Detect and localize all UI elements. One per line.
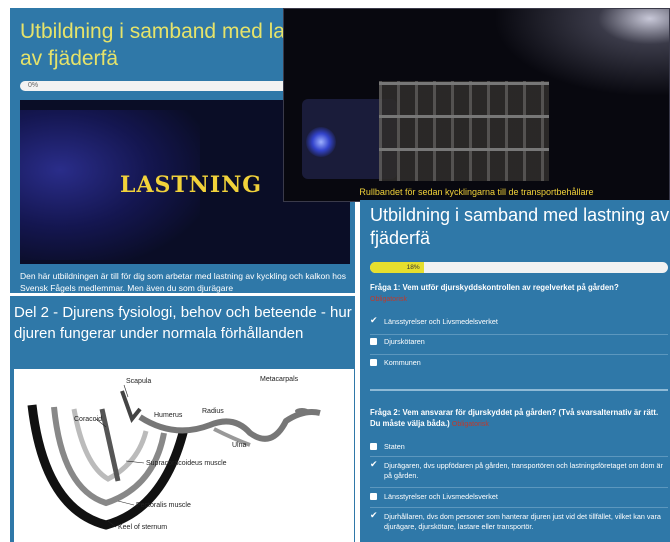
video-title: LASTNING bbox=[120, 172, 263, 198]
loading-photo: Rullbandet för sedan kycklingarna till d… bbox=[283, 8, 670, 202]
checkbox[interactable] bbox=[370, 359, 377, 366]
question-2-text: Fråga 2: Vem ansvarar för djurskyddet på… bbox=[370, 408, 659, 428]
wing-skeleton-diagram: Scapula Metacarpals Coracoid Humerus Rad… bbox=[14, 369, 354, 542]
checkbox-checked[interactable] bbox=[370, 315, 378, 325]
checkbox-checked[interactable] bbox=[370, 459, 378, 469]
label-supracoracoideus: Supracoracoideus muscle bbox=[146, 460, 227, 467]
checkbox-checked[interactable] bbox=[370, 510, 378, 520]
label-metacarpals: Metacarpals bbox=[260, 376, 299, 383]
label-scapula: Scapula bbox=[126, 378, 151, 385]
label-radius: Radius bbox=[202, 408, 224, 415]
quiz-progress-fill: 18% bbox=[370, 262, 424, 273]
label-coracoid: Coracoid bbox=[74, 416, 102, 423]
lesson-panel: Del 2 - Djurens fysiologi, behov och bet… bbox=[10, 296, 355, 542]
checkbox[interactable] bbox=[370, 443, 377, 450]
label-keel: Keel of sternum bbox=[118, 524, 167, 531]
course-progress-label: 0% bbox=[28, 82, 39, 89]
q2-option[interactable]: Staten bbox=[370, 442, 666, 452]
lesson-heading: Del 2 - Djurens fysiologi, behov och bet… bbox=[14, 304, 352, 342]
intro-text: Den här utbildningen är till för dig som… bbox=[20, 271, 347, 293]
checkbox[interactable] bbox=[370, 338, 377, 345]
question-1-text: Fråga 1: Vem utför djurskyddskontrollen … bbox=[370, 283, 619, 292]
q2-option[interactable]: Djurägaren, dvs uppfödaren på gården, tr… bbox=[370, 459, 666, 481]
q2-option[interactable]: Djurhållaren, dvs dom personer som hante… bbox=[370, 510, 666, 532]
required-marker: Obligatorisk bbox=[370, 296, 407, 303]
label-pectoralis: Pectoralis muscle bbox=[136, 502, 191, 509]
checkbox[interactable] bbox=[370, 493, 377, 500]
quiz-title: Utbildning i samband med lastning av fjä… bbox=[370, 205, 670, 248]
label-humerus: Humerus bbox=[154, 412, 183, 419]
q1-option[interactable]: Länsstyrelser och Livsmedelsverket bbox=[370, 315, 666, 327]
q2-option[interactable]: Länsstyrelser och Livsmedelsverket bbox=[370, 492, 666, 502]
question-divider bbox=[370, 389, 668, 391]
q1-option[interactable]: Kommunen bbox=[370, 358, 666, 368]
photo-caption: Rullbandet för sedan kycklingarna till d… bbox=[359, 187, 594, 197]
quiz-progress-bar: 18% bbox=[370, 262, 668, 273]
required-marker: Obligatorisk bbox=[451, 421, 489, 428]
question-1: Fråga 1: Vem utför djurskyddskontrollen … bbox=[370, 282, 666, 305]
q1-option[interactable]: Djurskötaren bbox=[370, 337, 666, 347]
blue-light bbox=[306, 127, 336, 157]
quiz-progress-label: 18% bbox=[406, 264, 420, 271]
question-2: Fråga 2: Vem ansvarar för djurskyddet på… bbox=[370, 407, 666, 430]
label-ulna: Ulna bbox=[232, 442, 247, 449]
quiz-panel: Utbildning i samband med lastning av fjä… bbox=[360, 200, 670, 542]
